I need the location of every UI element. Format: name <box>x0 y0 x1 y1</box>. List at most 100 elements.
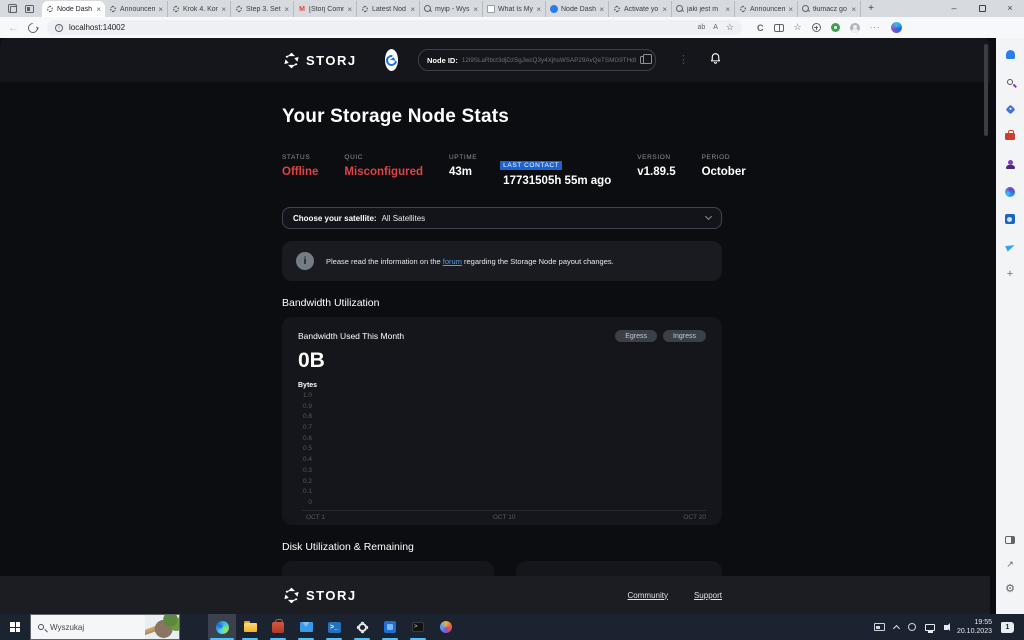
y-tick-label: 0.8 <box>302 413 312 421</box>
settings-taskbar-icon[interactable] <box>348 614 376 640</box>
refresh-node-button[interactable] <box>383 49 399 71</box>
tab-close-icon[interactable]: × <box>725 5 730 14</box>
workspaces-icon[interactable] <box>8 4 17 13</box>
browser-tab[interactable]: M [Storj Comm × <box>294 1 357 17</box>
taskbar-search-box[interactable]: Wyszukaj <box>30 614 180 640</box>
maximize-button[interactable] <box>968 5 996 12</box>
tag-icon[interactable] <box>1004 103 1016 115</box>
tab-close-icon[interactable]: × <box>599 5 604 14</box>
translate-icon[interactable]: ab <box>697 24 705 31</box>
network-tray-icon[interactable] <box>924 623 935 633</box>
x-tick-label: OCT 20 <box>683 513 706 521</box>
browser-tab[interactable]: jaki jest m × <box>672 1 735 17</box>
toolbox-icon[interactable] <box>1004 130 1016 143</box>
tab-close-icon[interactable]: × <box>536 5 541 14</box>
read-aloud-icon[interactable]: A <box>713 24 718 31</box>
copy-icon[interactable] <box>640 54 652 64</box>
browser-tab[interactable]: Node Dash × <box>546 1 609 17</box>
tab-close-icon[interactable]: × <box>851 5 856 14</box>
tab-close-icon[interactable]: × <box>221 5 226 14</box>
notifications-bell-icon[interactable] <box>709 51 722 69</box>
task-view-taskbar-icon[interactable] <box>180 614 208 640</box>
action-center-icon[interactable]: 1 <box>1001 621 1014 633</box>
ring-tray-icon[interactable] <box>907 623 916 631</box>
browser-tab[interactable]: Latest Nod × <box>357 1 420 17</box>
browser-tab[interactable]: Announcem × <box>735 1 798 17</box>
tab-title: myip - Wys <box>435 5 470 13</box>
designer-icon[interactable] <box>1004 186 1016 198</box>
browser-tab[interactable]: Announcem × <box>105 1 168 17</box>
close-button[interactable]: × <box>996 0 1024 17</box>
url-text[interactable]: localhost:14002 <box>69 23 691 32</box>
egress-toggle-button[interactable]: Egress <box>615 330 658 342</box>
split-screen-icon[interactable] <box>773 23 784 32</box>
tab-close-icon[interactable]: × <box>158 5 163 14</box>
chevron-tray-icon[interactable] <box>892 624 900 632</box>
explorer-taskbar-icon[interactable] <box>236 614 264 640</box>
browser-tab[interactable]: What Is My × <box>483 1 546 17</box>
bandwidth-section-title: Bandwidth Utilization <box>282 297 380 309</box>
extension-icon[interactable] <box>830 23 840 32</box>
powershell-taskbar-icon[interactable]: >_ <box>320 614 348 640</box>
favorite-star-icon[interactable]: ☆ <box>726 23 734 32</box>
add-icon[interactable]: + <box>1004 268 1016 280</box>
browser-essentials-icon[interactable]: C <box>757 23 764 33</box>
appwin-tray-icon[interactable] <box>873 623 885 631</box>
tab-close-icon[interactable]: × <box>347 5 352 14</box>
external-icon[interactable]: ↗ <box>1004 558 1016 570</box>
people-icon[interactable] <box>1004 158 1016 170</box>
site-info-icon[interactable]: i <box>55 23 63 32</box>
more-menu-icon[interactable]: ··· <box>870 23 881 32</box>
options-menu-icon[interactable]: ⋮ <box>678 54 689 66</box>
bell-icon[interactable] <box>1004 48 1016 60</box>
ingress-toggle-button[interactable]: Ingress <box>663 330 706 342</box>
back-icon[interactable]: ← <box>8 22 19 34</box>
page-scrollbar[interactable] <box>984 44 988 136</box>
footer-links: Community Support <box>628 591 722 600</box>
paint-taskbar-icon[interactable] <box>432 614 460 640</box>
browser-tab[interactable]: Step 3. Set × <box>231 1 294 17</box>
volume-tray-icon[interactable] <box>943 622 950 631</box>
y-tick-label: 0 <box>308 498 312 506</box>
mail-taskbar-icon[interactable] <box>292 614 320 640</box>
tab-actions-icon[interactable] <box>25 4 34 13</box>
edge-taskbar-icon[interactable] <box>208 614 236 640</box>
tab-close-icon[interactable]: × <box>284 5 289 14</box>
footer-link-support[interactable]: Support <box>694 591 722 600</box>
favorites-icon[interactable]: ☆ <box>794 22 802 33</box>
reload-icon[interactable] <box>25 20 41 35</box>
copilot-icon[interactable] <box>890 22 902 33</box>
panel-icon[interactable] <box>1004 534 1016 546</box>
tab-close-icon[interactable]: × <box>788 5 793 14</box>
search-highlight-image[interactable] <box>145 615 179 639</box>
footer-link-community[interactable]: Community <box>628 591 668 600</box>
tab-close-icon[interactable]: × <box>473 5 478 14</box>
tab-close-icon[interactable]: × <box>96 5 101 14</box>
store-taskbar-icon[interactable] <box>264 614 292 640</box>
browser-tab[interactable]: Krok 4. Kon × <box>168 1 231 17</box>
gear-icon[interactable]: ⚙ <box>1004 582 1016 595</box>
tab-close-icon[interactable]: × <box>662 5 667 14</box>
terminal-taskbar-icon[interactable]: > <box>404 614 432 640</box>
stat-item: LAST CONTACT 17731505h 55m ago <box>500 154 611 187</box>
address-bar[interactable]: i localhost:14002 ab A ☆ <box>47 20 742 35</box>
forum-link[interactable]: forum <box>443 257 462 266</box>
browser-tab[interactable]: myip - Wys × <box>420 1 483 17</box>
new-tab-button[interactable]: + <box>861 1 881 17</box>
start-button[interactable] <box>0 614 30 640</box>
drop-icon[interactable] <box>1004 241 1016 253</box>
tab-title: jaki jest m <box>687 5 719 13</box>
tab-close-icon[interactable]: × <box>410 5 415 14</box>
photos-taskbar-icon[interactable] <box>376 614 404 640</box>
taskbar-clock[interactable]: 19:55 20.10.2023 <box>957 618 992 637</box>
browser-tab[interactable]: tłumacz go × <box>798 1 861 17</box>
bandwidth-total: 0B <box>298 349 325 372</box>
browser-tab[interactable]: Node Dash × <box>42 1 105 17</box>
collections-icon[interactable] <box>811 23 821 32</box>
browser-tab[interactable]: Activate yo × <box>609 1 672 17</box>
profile-avatar[interactable] <box>849 22 860 33</box>
satellite-select[interactable]: Choose your satellite: All Satellites <box>282 207 722 229</box>
minimize-button[interactable]: – <box>940 0 968 17</box>
outlook-icon[interactable] <box>1004 213 1016 225</box>
search-icon[interactable] <box>1004 76 1016 88</box>
